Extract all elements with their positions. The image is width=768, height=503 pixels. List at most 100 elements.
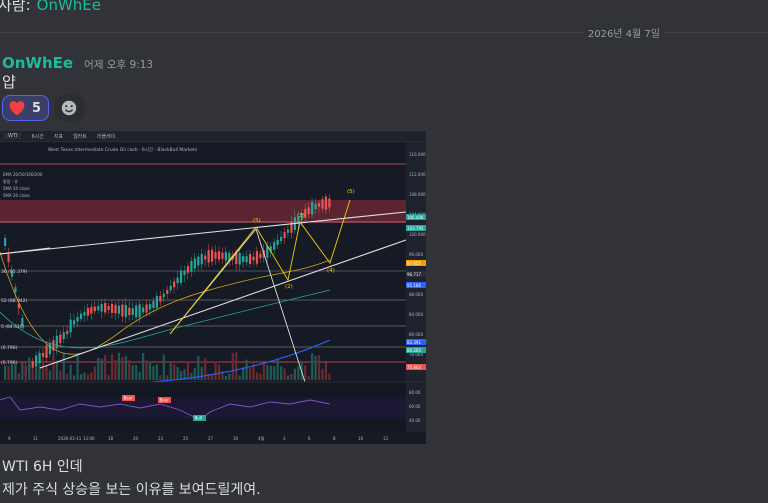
candle-body — [104, 303, 107, 313]
candle-body — [31, 361, 34, 368]
heart-icon — [9, 101, 25, 116]
volume-bar — [17, 373, 20, 380]
candle-body — [131, 308, 134, 316]
candle-body — [317, 202, 321, 207]
volume-bar — [283, 368, 286, 380]
candle-body — [183, 270, 186, 276]
volume-bar — [21, 362, 24, 380]
time-tick-label: 13:00 — [83, 436, 95, 441]
candle-body — [328, 198, 331, 208]
previous-username[interactable]: OnWhEe — [37, 0, 101, 14]
volume-bar — [104, 354, 107, 380]
rsi-tick-label: 60.00 — [409, 404, 421, 409]
candle-body — [211, 249, 214, 262]
price-badge-label: 103.795 — [407, 226, 424, 231]
candle-body — [41, 352, 45, 357]
volume-bar — [76, 355, 79, 380]
message-timestamp[interactable]: 어제 오후 9:13 — [84, 59, 153, 71]
volume-bar — [4, 365, 7, 380]
message-username[interactable]: OnWhEe — [2, 54, 73, 72]
volume-bar — [14, 364, 17, 380]
price-badge-label: 75.864 — [407, 365, 421, 370]
candle-body — [138, 304, 141, 318]
fib-label: 52 (88.042) — [1, 298, 28, 304]
volume-bar — [166, 375, 169, 380]
volume-bar — [273, 365, 276, 380]
candle-body — [38, 352, 41, 364]
rsi-axis: 80.00 60.00 40.00 — [409, 390, 421, 423]
candle-body — [173, 281, 176, 288]
fib-label: 36 (95.379) — [1, 269, 28, 275]
price-tick-label: 112.000 — [409, 172, 426, 177]
volume-bar — [162, 354, 165, 380]
wave-label: (5) — [347, 189, 355, 195]
volume-bar — [155, 364, 158, 380]
candle-body — [176, 277, 179, 284]
candle-body — [159, 296, 162, 302]
chart-image-attachment[interactable]: WTI 6시간 지표 얼러트 리플레이 West Texas Intermedi… — [0, 131, 426, 444]
wave-label: (3) — [297, 213, 305, 219]
candle-body — [204, 255, 207, 260]
candle-body — [166, 289, 169, 294]
candle-body — [221, 252, 224, 259]
candle-body — [135, 305, 138, 318]
volume-bar — [248, 368, 252, 380]
volume-bar — [83, 372, 86, 380]
chart-toolbar: WTI 6시간 지표 얼러트 리플레이 — [0, 131, 426, 142]
fib-label: (0.796) — [1, 360, 18, 366]
price-tick-label: 84.000 — [409, 312, 423, 317]
volume-bar — [66, 373, 69, 380]
candle-body — [259, 253, 262, 259]
candle-body — [55, 335, 58, 349]
candle-body — [217, 251, 221, 260]
rsi-tick-label: 80.00 — [409, 390, 421, 395]
volume-bar — [86, 374, 89, 380]
volume-bar — [145, 360, 148, 380]
candle-body — [142, 307, 145, 313]
heart-reaction-button[interactable]: 5 — [2, 95, 50, 121]
candle-body — [224, 251, 227, 261]
volume-bar — [7, 366, 10, 380]
volume-bar — [148, 361, 152, 380]
volume-bar — [110, 354, 114, 380]
candle-body — [73, 320, 76, 325]
volume-bar — [193, 367, 196, 380]
candle-body — [207, 250, 210, 263]
price-tick-label: 100.000 — [409, 232, 426, 237]
price-badge-label: 97.655 — [407, 261, 421, 266]
candle-body — [7, 253, 10, 262]
volume-bar — [266, 364, 269, 380]
time-tick-label: 25 — [183, 436, 189, 441]
volume-bar — [255, 372, 259, 380]
date-divider-label: 2026년 4월 7일 — [583, 25, 664, 40]
volume-bar — [169, 363, 172, 380]
candle-body — [311, 201, 314, 215]
price-badge-label: 95.186 — [407, 283, 421, 288]
volume-bar — [93, 366, 96, 380]
candle-body — [62, 332, 65, 340]
price-tick-label: 116.000 — [409, 152, 426, 157]
candle-body — [200, 253, 203, 265]
volume-bar — [262, 363, 265, 380]
volume-bar — [173, 364, 176, 380]
candle-body — [169, 286, 172, 291]
candle-body — [145, 304, 148, 313]
candle-body — [97, 306, 100, 311]
chart-canvas: West Texas Intermediate Crude Oil cash ·… — [0, 142, 426, 444]
candle-body — [307, 207, 310, 215]
volume-bar — [231, 352, 234, 380]
candle-body — [59, 334, 62, 344]
volume-bar — [121, 357, 124, 380]
candle-body — [128, 307, 131, 316]
volume-bar — [259, 373, 262, 380]
candle-body — [69, 319, 72, 333]
add-reaction-button[interactable] — [54, 95, 85, 121]
candle-body — [76, 316, 79, 322]
volume-bar — [217, 364, 221, 380]
message-text-line1: WTI 6H 인데 — [2, 459, 83, 475]
candle-body — [93, 306, 96, 312]
candle-body — [90, 306, 93, 314]
time-tick-label: 23 — [158, 436, 164, 441]
time-tick-label: 2026-03-11 — [58, 436, 82, 441]
indicator-label: SMA 20 close — [3, 193, 30, 198]
